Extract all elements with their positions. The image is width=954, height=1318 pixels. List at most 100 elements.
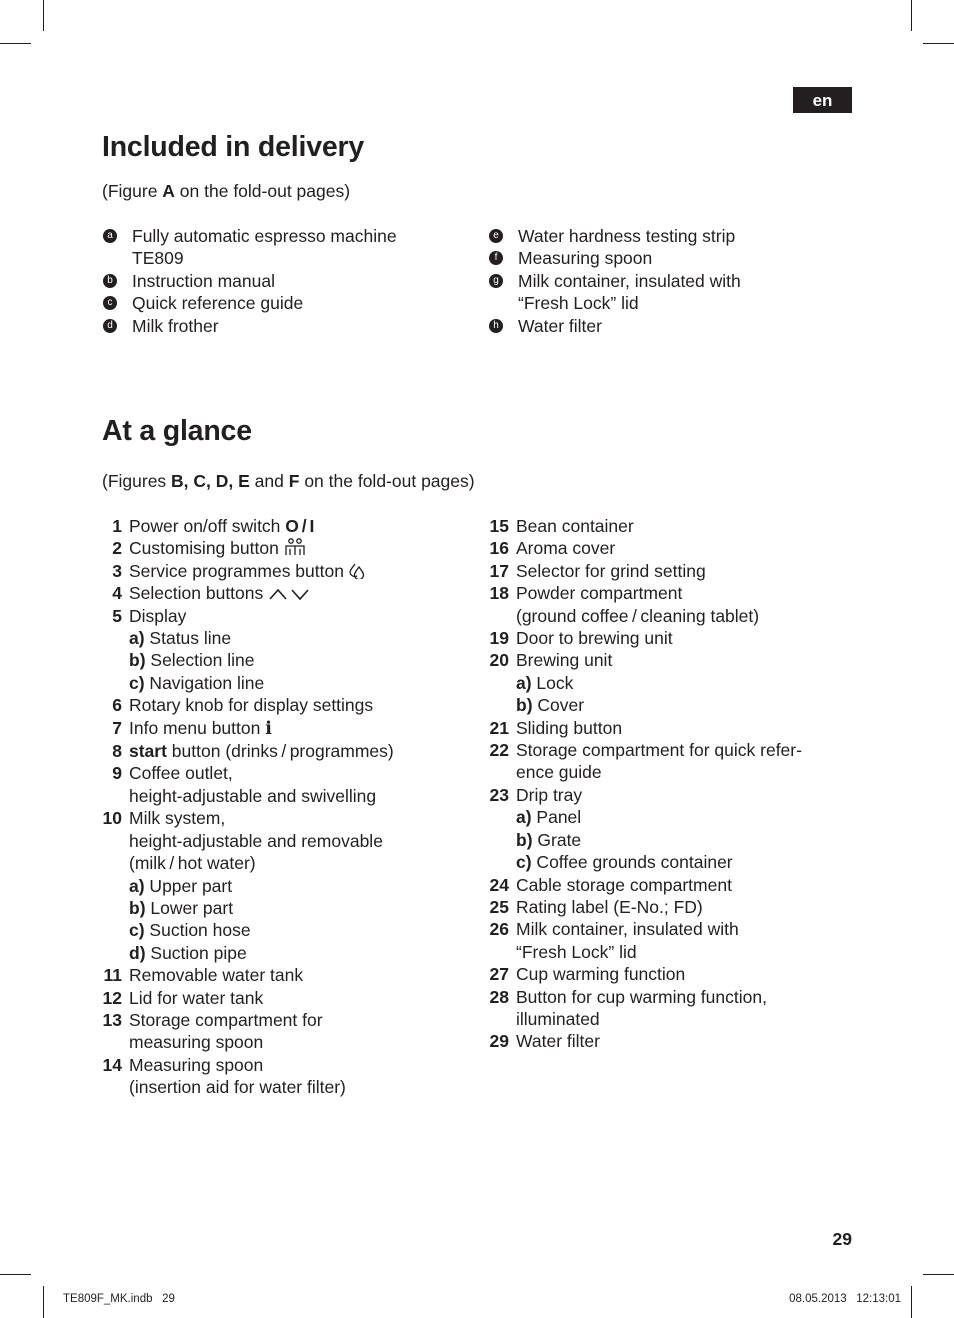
component-item: 4 Selection buttons bbox=[100, 582, 470, 604]
component-label: Sliding button bbox=[516, 717, 623, 738]
item-text: Water hardness testing strip bbox=[518, 225, 849, 247]
component-line: Rotary knob for display settings bbox=[129, 694, 470, 716]
component-label: Door to brewing unit bbox=[516, 628, 673, 649]
glance-list-right: 15 Bean container 16 Aroma cover 17 Selector … bbox=[487, 515, 857, 1053]
component-line: Info menu button i bbox=[129, 717, 470, 740]
component-number: 23 bbox=[489, 784, 509, 805]
item-line: TE809 bbox=[132, 248, 184, 269]
component-subitem: a) Panel bbox=[516, 806, 857, 828]
component-label: Display bbox=[129, 605, 187, 626]
component-number: 29 bbox=[489, 1031, 509, 1052]
component-text: Measuring spoon (insertion aid for water … bbox=[129, 1054, 470, 1099]
component-line: Coffee outlet, bbox=[129, 763, 233, 784]
component-line: height-adjustable and swivelling bbox=[129, 785, 377, 806]
component-number: 2 bbox=[112, 538, 122, 559]
component-line: Drip tray bbox=[516, 784, 857, 806]
delivery-item: h Water filter bbox=[489, 315, 849, 337]
component-line: illuminated bbox=[516, 1008, 600, 1029]
component-number: 27 bbox=[489, 964, 509, 985]
component-label: Aroma cover bbox=[516, 538, 616, 559]
component-item: 3 Service programmes button bbox=[100, 560, 470, 582]
item-line: Milk frother bbox=[132, 315, 219, 336]
component-label: Brewing unit bbox=[516, 650, 613, 671]
component-number: 22 bbox=[489, 740, 509, 761]
up-down-chevrons-icon bbox=[268, 582, 312, 604]
component-line: Milk container, insulated with bbox=[516, 919, 739, 940]
subtitle-text: on the fold-out pages) bbox=[174, 181, 351, 201]
component-item: 5 Display a) Status line b) Selection line c… bbox=[100, 605, 470, 695]
component-text: Milk container, insulated with “Fresh Loc… bbox=[516, 918, 857, 963]
component-subitem: c) Navigation line bbox=[129, 672, 470, 694]
subitem-label: b) bbox=[129, 650, 146, 671]
component-item: 27 Cup warming function bbox=[487, 963, 857, 985]
component-line: Door to brewing unit bbox=[516, 627, 857, 649]
component-number: 8 bbox=[112, 741, 122, 762]
component-text: Aroma cover bbox=[516, 537, 857, 559]
component-line: Selector for grind setting bbox=[516, 560, 857, 582]
component-number: 10 bbox=[102, 808, 122, 829]
component-line: Customising button bbox=[129, 537, 470, 559]
subitem-label: c) bbox=[516, 852, 532, 873]
component-label: Removable water tank bbox=[129, 965, 304, 986]
item-marker-badge: g bbox=[489, 273, 503, 288]
component-line: Sliding button bbox=[516, 717, 857, 739]
component-subitem: b) Selection line bbox=[129, 649, 470, 671]
component-item: 29 Water filter bbox=[487, 1030, 857, 1052]
component-line: ence guide bbox=[516, 762, 602, 783]
item-line: Quick reference guide bbox=[132, 293, 304, 314]
subitem-label: c) bbox=[129, 672, 145, 693]
component-item: 19 Door to brewing unit bbox=[487, 627, 857, 649]
subitem-label: a) bbox=[129, 875, 145, 896]
bold-lead-text: start bbox=[129, 741, 167, 762]
item-marker-badge: f bbox=[489, 251, 503, 266]
component-item: 8 start button (drinks / programmes) bbox=[100, 740, 470, 762]
component-label: Power on/off switch bbox=[129, 516, 286, 536]
figure-label: F bbox=[288, 471, 300, 491]
component-item: 14 Measuring spoon (insertion aid for wate… bbox=[100, 1054, 470, 1099]
section-title-at-a-glance: At a glance bbox=[102, 415, 252, 447]
component-item: 1 Power on/off switch O / I bbox=[100, 515, 470, 537]
component-text: Storage compartment for quick refer-ence… bbox=[516, 739, 857, 784]
component-text: Power on/off switch O / I bbox=[129, 515, 470, 537]
item-line: Water filter bbox=[518, 315, 602, 336]
subitem-label: b) bbox=[516, 829, 533, 850]
component-line: (milk / hot water) bbox=[129, 853, 256, 874]
delivery-item: g Milk container, insulated with “Fresh Lo… bbox=[489, 270, 849, 315]
component-text: Cable storage compartment bbox=[516, 874, 857, 896]
component-text: Service programmes button bbox=[129, 560, 470, 582]
delivery-item: b Instruction manual bbox=[103, 270, 463, 292]
component-number: 24 bbox=[489, 874, 509, 895]
delivery-list-left: a Fully automatic espresso machine TE809 b I… bbox=[103, 225, 463, 337]
component-number: 21 bbox=[489, 717, 509, 738]
component-line: Storage compartment for bbox=[129, 1009, 323, 1030]
component-line: “Fresh Lock” lid bbox=[516, 941, 637, 962]
component-line: Service programmes button bbox=[129, 560, 470, 582]
item-line: “Fresh Lock” lid bbox=[518, 293, 639, 314]
component-text: Selector for grind setting bbox=[516, 560, 857, 582]
subitem-text: Coffee grounds container bbox=[531, 852, 733, 873]
component-text: Door to brewing unit bbox=[516, 627, 857, 649]
component-label: Customising button bbox=[129, 538, 284, 559]
component-label: Selection buttons bbox=[129, 583, 269, 604]
crop-mark bbox=[43, 0, 44, 31]
component-text: Cup warming function bbox=[516, 963, 857, 985]
component-number: 25 bbox=[489, 896, 509, 917]
component-number: 19 bbox=[489, 628, 509, 649]
component-number: 17 bbox=[489, 560, 509, 581]
subitem-label: b) bbox=[516, 695, 533, 716]
component-label: Selector for grind setting bbox=[516, 560, 706, 581]
component-item: 26 Milk container, insulated with “Fresh L… bbox=[487, 918, 857, 963]
icon-glyph-text: i bbox=[265, 718, 272, 739]
component-number: 5 bbox=[112, 605, 122, 626]
component-text: Coffee outlet, height-adjustable and swiv… bbox=[129, 762, 470, 807]
component-text: Button for cup warming function, illumina… bbox=[516, 986, 857, 1031]
component-line: Brewing unit bbox=[516, 649, 857, 671]
component-line: Bean container bbox=[516, 515, 857, 537]
print-slug-date: 08.05.2013 12:13:01 bbox=[789, 1293, 901, 1305]
subitem-text: Navigation line bbox=[144, 672, 265, 693]
component-text: Sliding button bbox=[516, 717, 857, 739]
item-text: Instruction manual bbox=[132, 270, 463, 292]
component-number: 4 bbox=[112, 583, 122, 604]
component-line: Removable water tank bbox=[129, 964, 470, 986]
component-item: 17 Selector for grind setting bbox=[487, 560, 857, 582]
